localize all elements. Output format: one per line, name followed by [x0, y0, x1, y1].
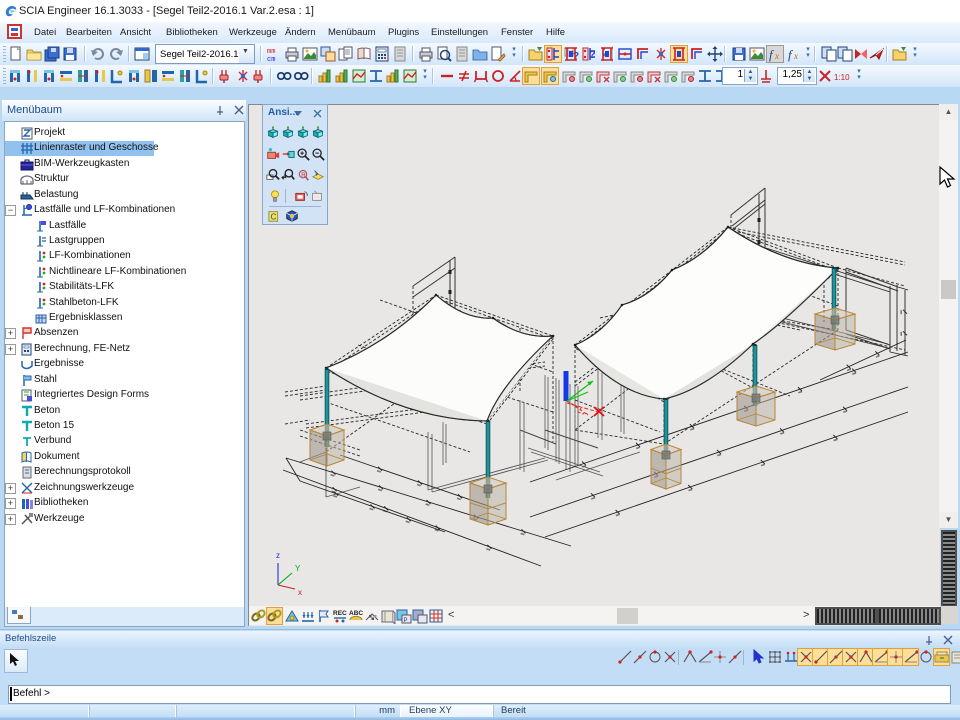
svg-text:x: x [774, 51, 779, 61]
svg-text:x: x [298, 588, 302, 597]
svg-text:R: R [301, 172, 306, 179]
svg-text:C: C [271, 213, 277, 222]
svg-text:mm: mm [267, 48, 275, 56]
svg-text:REC: REC [333, 610, 347, 617]
svg-text:z: z [276, 551, 280, 560]
svg-text:P: P [404, 618, 408, 624]
svg-text:Y: Y [295, 564, 301, 573]
svg-text:x: x [793, 51, 798, 61]
svg-text:1:10: 1:10 [834, 73, 850, 82]
svg-text:cm: cm [267, 56, 275, 62]
